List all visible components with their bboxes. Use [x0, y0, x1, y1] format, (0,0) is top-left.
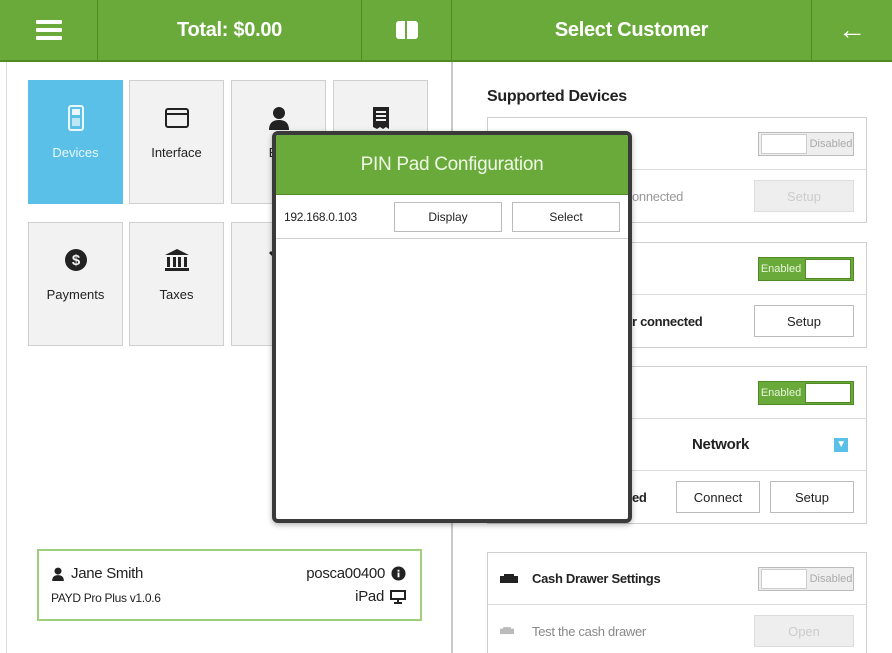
info-icon[interactable] — [391, 566, 406, 581]
connection-type-select[interactable]: Network ▼ — [680, 427, 854, 463]
display-button[interactable]: Display — [394, 201, 502, 232]
toggle-label: Enabled — [760, 386, 802, 399]
card-title: Cash Drawer Settings — [532, 571, 661, 586]
user-info-panel: Jane Smith posca00400 PAYD Pro Plus v1.0… — [37, 549, 422, 621]
status-text: ed — [632, 489, 647, 505]
user-name: Jane Smith — [71, 565, 144, 582]
setup-button[interactable]: Setup — [754, 180, 854, 212]
receipt-icon — [372, 105, 390, 131]
app-version: PAYD Pro Plus v1.0.6 — [51, 590, 161, 605]
total-display[interactable]: Total: $0.00 — [98, 0, 362, 60]
person-icon — [52, 567, 64, 581]
toggle-knob — [805, 382, 851, 403]
test-drawer-label: Test the cash drawer — [532, 623, 646, 639]
top-bar: Total: $0.00 Select Customer ← — [0, 0, 892, 62]
arrow-left-icon: ← — [838, 14, 866, 45]
back-button[interactable]: ← — [812, 0, 892, 60]
toggle-label: Disabled — [809, 137, 853, 150]
person-icon — [268, 105, 290, 131]
toggle-label: Disabled — [809, 572, 853, 585]
section-title: Supported Devices — [487, 88, 627, 105]
cash-drawer-button[interactable] — [362, 0, 452, 60]
button-group: Connect Setup — [666, 481, 854, 513]
menu-button[interactable] — [0, 0, 98, 60]
setup-button[interactable]: Setup — [770, 481, 854, 513]
hamburger-icon — [35, 20, 62, 40]
bank-icon — [164, 247, 190, 273]
cash-drawer-icon — [395, 21, 418, 39]
toggle-knob — [761, 568, 807, 589]
account-row: posca00400 — [306, 565, 406, 582]
tile-payments[interactable]: $ Payments — [28, 222, 123, 346]
toggle-knob — [761, 133, 807, 154]
window-icon — [164, 105, 189, 131]
device-toggle[interactable]: Enabled — [758, 380, 854, 405]
tile-devices[interactable]: Devices — [28, 80, 123, 204]
open-drawer-button[interactable]: Open — [754, 615, 854, 647]
cash-drawer-card: Cash Drawer Settings Disabled Test the c… — [487, 552, 867, 653]
connect-button[interactable]: Connect — [676, 481, 760, 513]
select-value: Network — [692, 436, 750, 453]
device-toggle[interactable]: Enabled — [758, 256, 854, 281]
test-drawer-row: Test the cash drawer Open — [488, 605, 866, 653]
monitor-icon — [390, 589, 406, 604]
account-id: posca00400 — [306, 565, 385, 582]
tile-label: Taxes — [159, 287, 194, 302]
toggle-knob — [805, 258, 851, 279]
svg-text:$: $ — [71, 252, 80, 269]
cash-drawer-toggle[interactable]: Disabled — [758, 566, 854, 591]
tile-taxes[interactable]: Taxes — [129, 222, 224, 346]
toggle-label: Enabled — [760, 262, 802, 275]
select-button[interactable]: Select — [512, 201, 620, 232]
pin-pad-row: 192.168.0.103 Display Select — [276, 195, 628, 239]
tile-label: Devices — [52, 145, 99, 160]
dollar-coin-icon: $ — [64, 247, 88, 273]
status-text: r connected — [632, 313, 703, 329]
tile-label: Payments — [46, 287, 105, 302]
device-row: iPad — [355, 588, 406, 605]
select-customer-button[interactable]: Select Customer — [452, 0, 812, 60]
cash-drawer-icon — [500, 573, 518, 583]
dialog-title: PIN Pad Configuration — [276, 135, 628, 195]
tile-label: Interface — [151, 145, 202, 160]
setup-button[interactable]: Setup — [754, 305, 854, 337]
card-reader-icon — [67, 105, 84, 131]
user-name-row: Jane Smith — [51, 565, 143, 582]
chevron-down-icon: ▼ — [834, 437, 848, 452]
tile-interface[interactable]: Interface — [129, 80, 224, 204]
device-toggle[interactable]: Disabled — [758, 131, 854, 156]
card-header-row: Cash Drawer Settings Disabled — [488, 553, 866, 605]
pin-pad-config-dialog: PIN Pad Configuration 192.168.0.103 Disp… — [272, 131, 632, 523]
cash-drawer-icon — [500, 627, 514, 635]
pin-pad-ip: 192.168.0.103 — [284, 209, 357, 224]
device-name: iPad — [355, 588, 384, 605]
status-text: onnected — [632, 188, 684, 204]
